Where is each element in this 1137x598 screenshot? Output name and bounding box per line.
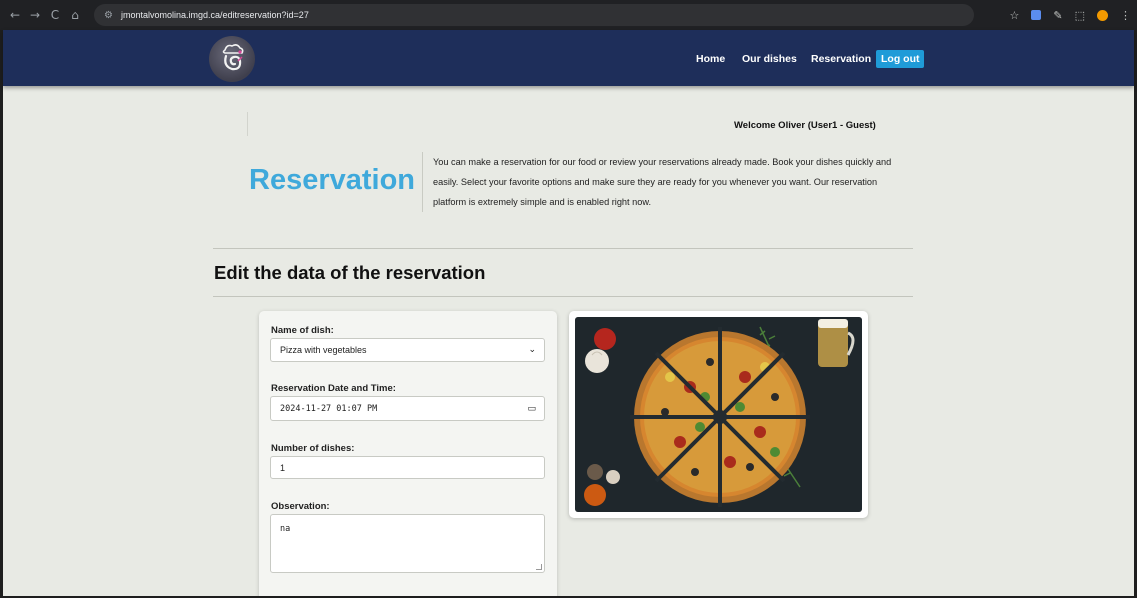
reload-icon[interactable]: C bbox=[46, 8, 64, 22]
browser-menu-icon[interactable]: ⋮ bbox=[1120, 9, 1131, 22]
site-header: Home Our dishes Reservation Log out bbox=[3, 30, 1134, 86]
extension-icon[interactable] bbox=[1031, 10, 1042, 20]
home-icon[interactable]: ⌂ bbox=[66, 8, 84, 22]
bookmark-star-icon[interactable]: ☆ bbox=[1010, 9, 1020, 22]
address-bar[interactable]: ⚙ jmontalvomolina.imgd.ca/editreservatio… bbox=[94, 4, 974, 26]
divider bbox=[422, 152, 423, 212]
welcome-message: Welcome Oliver (User1 - Guest) bbox=[734, 120, 876, 131]
datetime-input[interactable]: 2024-11-27 01:07 PM ▭ bbox=[270, 396, 545, 421]
observation-textarea[interactable]: na bbox=[270, 514, 545, 573]
quantity-value: 1 bbox=[280, 462, 286, 473]
chef-logo-graphic bbox=[222, 44, 244, 71]
divider bbox=[213, 296, 913, 297]
profile-avatar-icon[interactable] bbox=[1097, 9, 1108, 21]
chef-logo-icon[interactable] bbox=[209, 36, 255, 82]
section-title: Edit the data of the reservation bbox=[214, 262, 486, 283]
pen-extension-icon[interactable]: ✎ bbox=[1053, 9, 1062, 22]
forward-icon[interactable]: → bbox=[26, 8, 44, 22]
observation-value: na bbox=[280, 524, 291, 534]
hero-description: You can make a reservation for our food … bbox=[433, 157, 892, 207]
dish-select[interactable]: Pizza with vegetables ⌄ bbox=[270, 338, 545, 362]
window-edge-left bbox=[0, 30, 3, 598]
dish-image-card bbox=[569, 311, 868, 518]
resize-handle-icon[interactable] bbox=[536, 564, 542, 570]
pizza-photo bbox=[575, 317, 862, 512]
browser-nav: ← → C ⌂ bbox=[0, 8, 84, 22]
observation-label: Observation: bbox=[271, 501, 330, 512]
divider bbox=[213, 248, 913, 249]
nav-our-dishes[interactable]: Our dishes bbox=[742, 50, 797, 68]
quantity-label: Number of dishes: bbox=[271, 443, 355, 454]
page-title: Reservation bbox=[249, 164, 416, 196]
logout-button[interactable]: Log out bbox=[876, 50, 925, 68]
browser-tools: ☆ ✎ ⬚ ⋮ bbox=[1010, 0, 1132, 30]
datetime-value: 2024-11-27 01:07 PM bbox=[280, 403, 378, 414]
date-label: Reservation Date and Time: bbox=[271, 383, 396, 394]
quantity-input[interactable]: 1 bbox=[270, 456, 545, 479]
chevron-down-icon: ⌄ bbox=[528, 345, 536, 355]
site-settings-icon[interactable]: ⚙ bbox=[104, 10, 113, 21]
divider bbox=[247, 112, 248, 136]
nav-home[interactable]: Home bbox=[696, 50, 725, 68]
browser-toolbar: ← → C ⌂ ⚙ jmontalvomolina.imgd.ca/editre… bbox=[0, 0, 1137, 30]
extensions-puzzle-icon[interactable]: ⬚ bbox=[1075, 9, 1085, 22]
address-bar-url: jmontalvomolina.imgd.ca/editreservation?… bbox=[120, 10, 309, 20]
nav-reservation[interactable]: Reservation bbox=[811, 50, 871, 68]
calendar-icon[interactable]: ▭ bbox=[527, 404, 536, 414]
back-icon[interactable]: ← bbox=[6, 8, 24, 22]
reservation-form: Name of dish: Pizza with vegetables ⌄ Re… bbox=[259, 311, 557, 598]
dish-label: Name of dish: bbox=[271, 325, 334, 336]
dish-select-value: Pizza with vegetables bbox=[280, 345, 367, 355]
